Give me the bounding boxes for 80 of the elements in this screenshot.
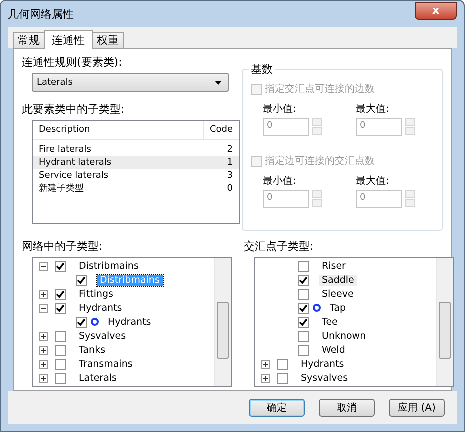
tab[interactable]: 权重 xyxy=(92,32,124,48)
tree-item[interactable]: Sysvalves xyxy=(76,330,130,342)
tree-label: 网络中的子类型: xyxy=(22,239,104,254)
checkbox[interactable] xyxy=(55,302,66,314)
table-cell-text: 新建子类型 xyxy=(39,182,84,195)
checkbox[interactable] xyxy=(298,316,309,328)
table-cell: Fire laterals xyxy=(39,144,92,154)
tree-item[interactable]: Tanks xyxy=(76,344,109,356)
table-cell: Service laterals xyxy=(39,170,109,180)
column-header[interactable]: Description xyxy=(33,121,204,139)
tree-item[interactable]: Hydrants xyxy=(76,302,126,314)
table-cell: 3 xyxy=(227,170,233,180)
checkbox[interactable] xyxy=(298,274,309,286)
checkbox[interactable] xyxy=(298,302,309,314)
tree-item[interactable]: Sleeve xyxy=(319,288,357,300)
field-label: 最小值: xyxy=(263,176,296,187)
tree-item[interactable]: Tap xyxy=(327,302,350,314)
checkbox[interactable] xyxy=(55,260,66,272)
rule-dropdown[interactable]: Laterals xyxy=(32,73,229,92)
column-header[interactable]: Code xyxy=(204,121,239,139)
checkbox[interactable] xyxy=(55,372,66,384)
tree-item[interactable]: Hydrants xyxy=(298,358,348,370)
checkbox[interactable] xyxy=(298,330,309,342)
table-row[interactable]: Hydrant laterals 1 xyxy=(33,156,239,169)
tab[interactable]: 常规 xyxy=(13,32,45,48)
field-label: 最大值: xyxy=(356,176,390,187)
checkbox-label: 指定交汇点可连接的边数 xyxy=(265,82,375,96)
scrollbar[interactable] xyxy=(214,258,231,386)
tree-item[interactable]: Hydrants xyxy=(105,316,154,328)
tree-item[interactable]: Distribmains xyxy=(76,260,142,272)
table-cell: 1 xyxy=(227,158,233,168)
dialog-button[interactable]: 取消 xyxy=(319,398,375,416)
table-row[interactable]: 新建子类型 0 xyxy=(33,182,239,195)
checkbox[interactable] xyxy=(298,260,309,272)
field-label: 最大值: xyxy=(356,104,390,115)
expand-icon[interactable] xyxy=(261,360,270,368)
tree-label: 交汇点子类型: xyxy=(244,239,315,254)
checkbox[interactable] xyxy=(298,288,309,300)
checkbox[interactable] xyxy=(55,288,66,300)
tab[interactable]: 连通性 xyxy=(44,30,93,49)
subtypes-label: 此要素类中的子类型: xyxy=(22,102,125,117)
field-label: 最小值: xyxy=(263,104,296,115)
checkbox-label: 指定边可连接的交汇点数 xyxy=(265,154,375,168)
tree-item[interactable]: Unknown xyxy=(319,330,370,342)
checkbox[interactable] xyxy=(298,344,309,356)
expand-icon[interactable] xyxy=(39,374,48,382)
dialog-button[interactable]: 确定 xyxy=(249,398,305,416)
tree-item[interactable]: Weld xyxy=(319,344,348,356)
expand-icon[interactable] xyxy=(39,332,48,340)
expand-icon[interactable] xyxy=(39,346,48,354)
checkbox[interactable] xyxy=(55,330,66,342)
table-cell: 0 xyxy=(227,184,233,194)
table-cell: 2 xyxy=(227,144,233,154)
rule-label: 连通性规则(要素类): xyxy=(22,55,122,70)
checkbox[interactable] xyxy=(76,316,87,328)
expand-icon[interactable] xyxy=(39,360,48,368)
expand-icon[interactable] xyxy=(261,374,270,382)
tree-item[interactable]: Riser xyxy=(319,260,349,272)
table-row[interactable]: Service laterals 3 xyxy=(33,169,239,182)
tree-item[interactable]: Transmains xyxy=(76,358,136,370)
tree-item[interactable]: Laterals xyxy=(76,372,120,384)
checkbox[interactable] xyxy=(277,372,288,384)
checkbox[interactable] xyxy=(76,274,87,286)
window-title: 几何网络属性 xyxy=(8,6,74,22)
tree-item[interactable]: Fittings xyxy=(76,288,117,300)
tree-item[interactable]: Sysvalves xyxy=(298,372,352,384)
collapse-icon[interactable] xyxy=(39,262,48,270)
table-row[interactable]: Fire laterals 2 xyxy=(33,143,239,156)
dialog-button[interactable]: 应用 (A) xyxy=(389,398,445,416)
table-cell: Hydrant laterals xyxy=(39,158,112,168)
group-title: 基数 xyxy=(249,62,275,77)
checkbox[interactable] xyxy=(277,358,288,370)
tree-item[interactable]: Tee xyxy=(319,316,341,328)
checkbox[interactable] xyxy=(55,358,66,370)
collapse-icon[interactable] xyxy=(39,304,48,312)
caret-icon xyxy=(215,80,222,84)
scrollbar[interactable] xyxy=(436,258,453,386)
checkbox[interactable] xyxy=(55,344,66,356)
expand-icon[interactable] xyxy=(39,290,48,298)
tree-item[interactable]: Saddle xyxy=(319,274,358,286)
